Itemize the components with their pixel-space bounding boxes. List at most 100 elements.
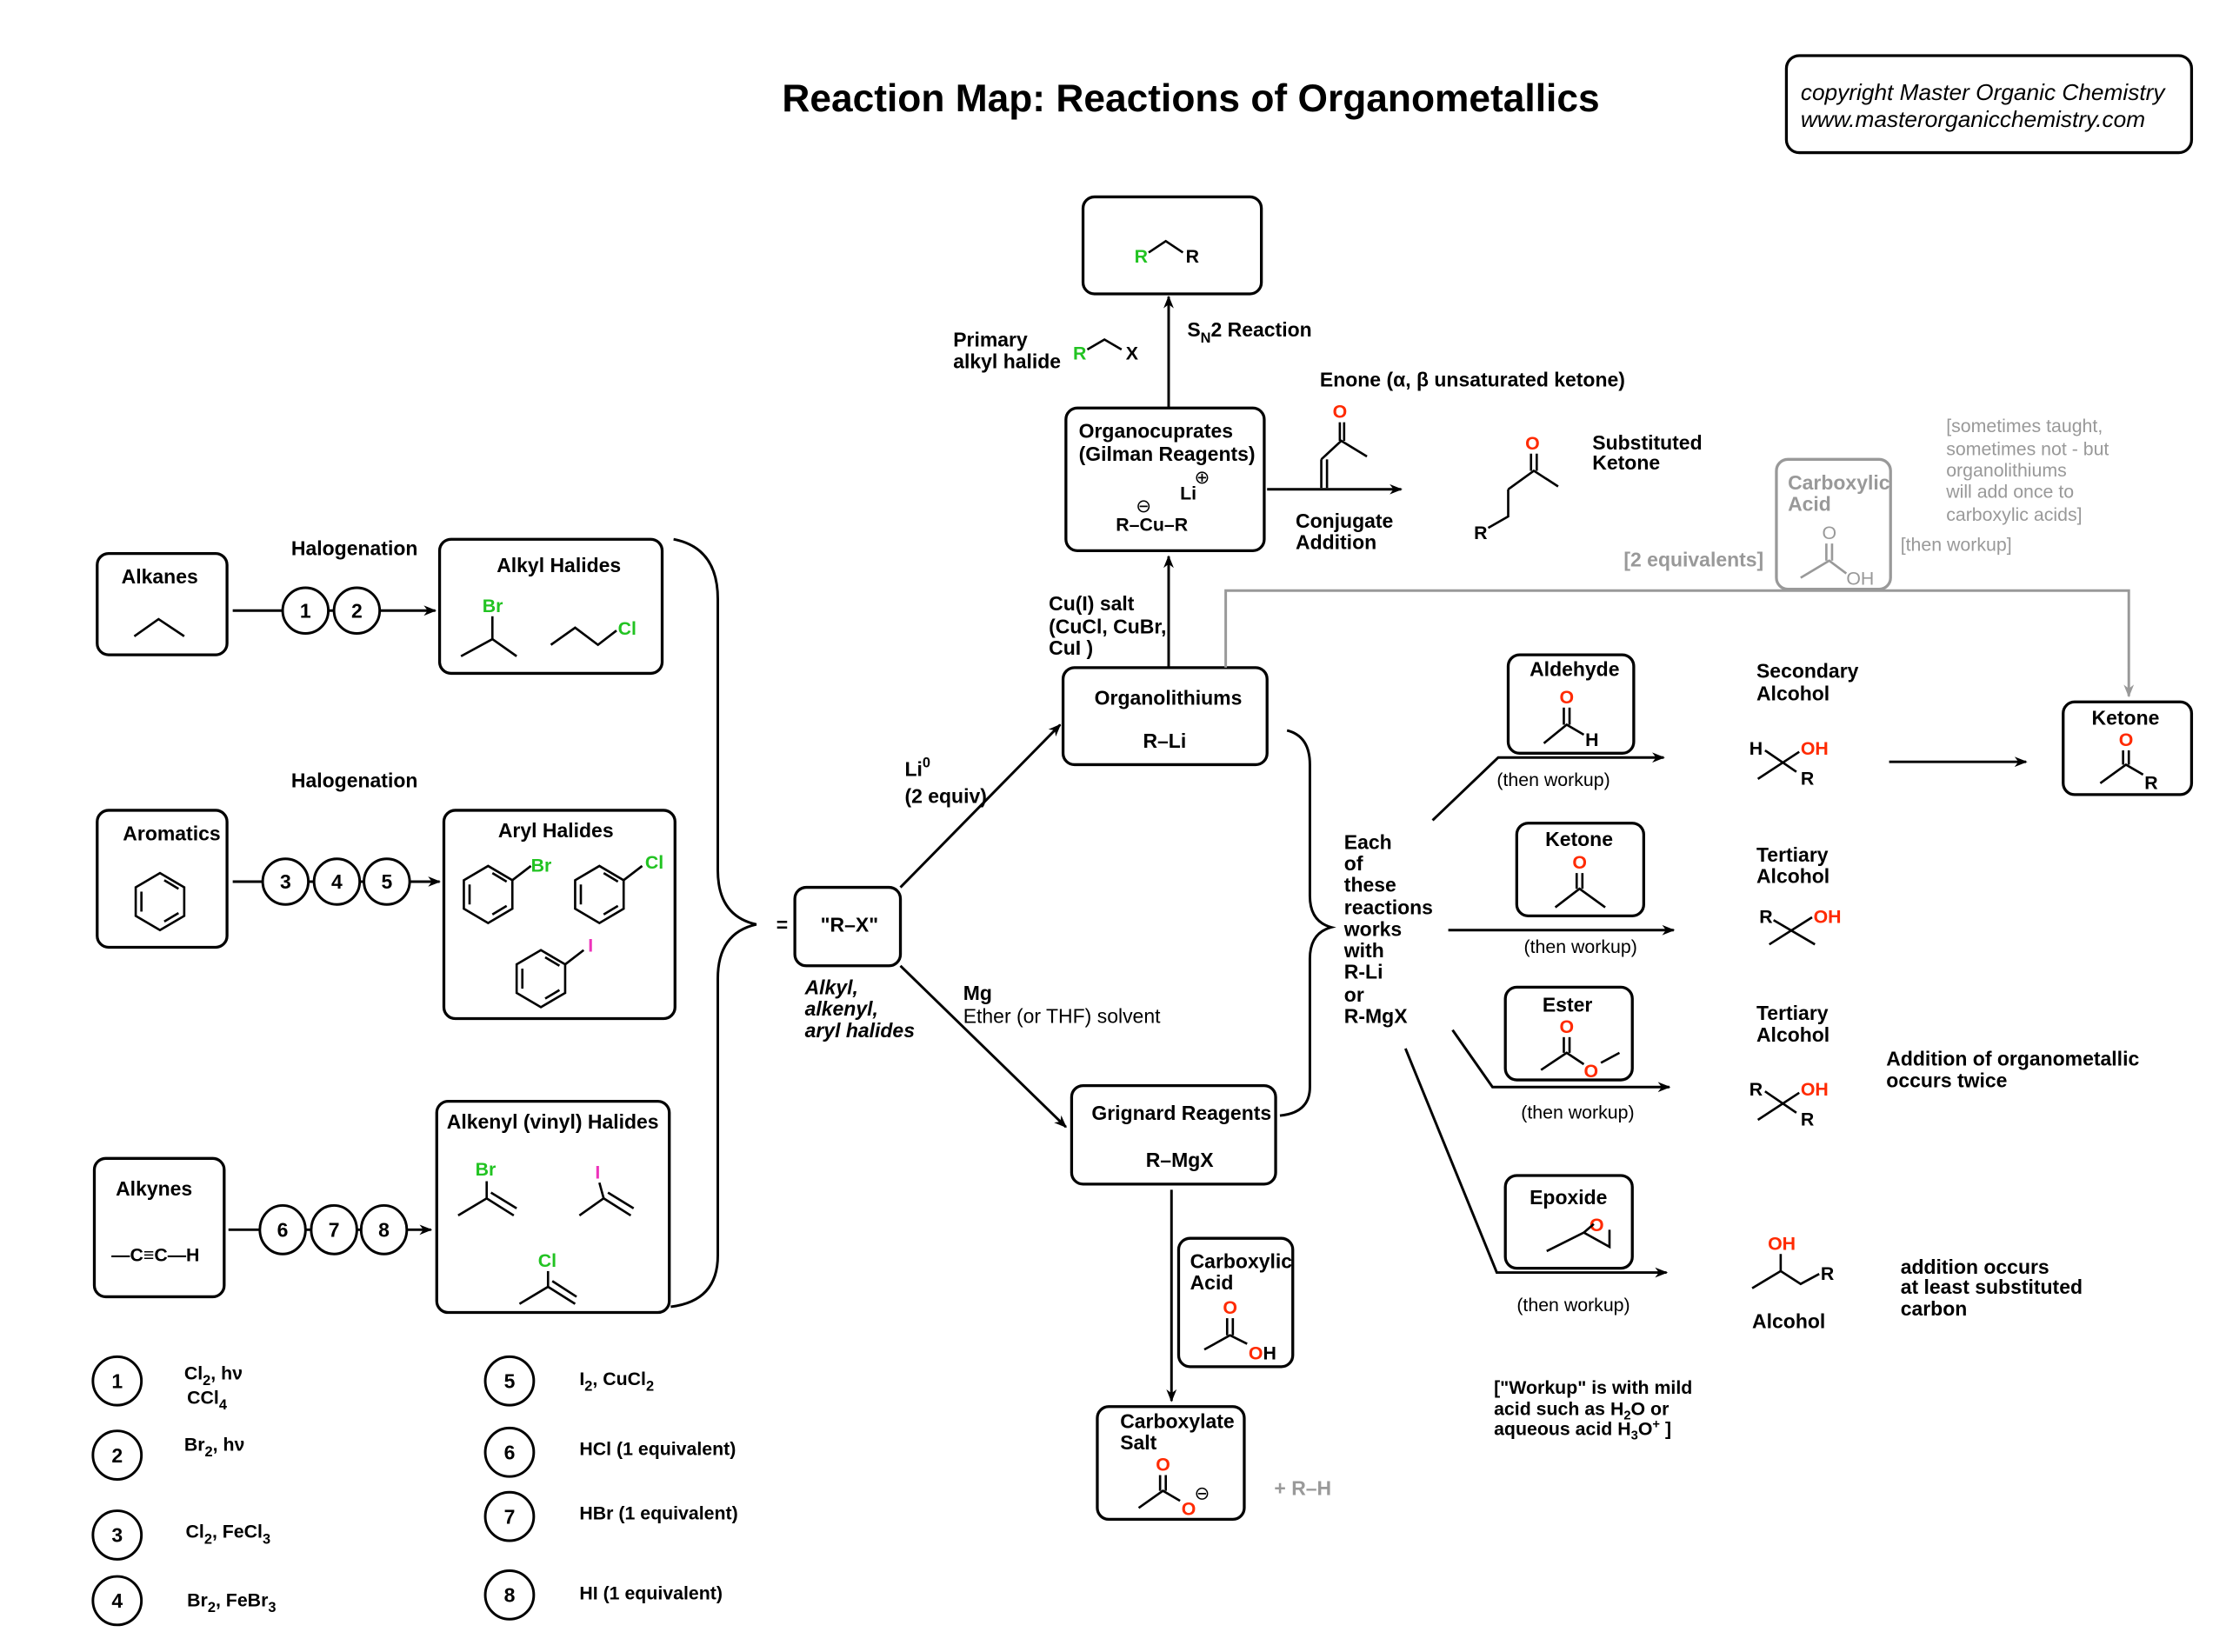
primary-alcohol-structure: OH R [1751,1233,1834,1289]
svg-text:carboxylic acids]: carboxylic acids] [1946,504,2082,525]
svg-text:6: 6 [277,1219,289,1242]
reagent-conditions: HBr (1 equivalent) [579,1502,737,1523]
svg-text:H: H [1749,738,1763,759]
reagent-conditions: Br2, hν [184,1435,245,1461]
r-group: R [1135,246,1148,267]
tertiary-alcohol-structure: R OH [1759,907,1842,946]
aldehyde-box: Aldehyde O H [1506,653,1636,755]
copyright-line: copyright Master Organic Chemistry [1801,79,2167,105]
aromatics-label: Aromatics [123,822,220,844]
step-circle-4: 4 [312,857,362,906]
oxygen-atom: O [1560,687,1575,708]
svg-text:7: 7 [329,1219,340,1242]
equals-sign: = [776,913,788,936]
iodobenzene-structure [515,949,585,1009]
svg-text:sometimes not - but: sometimes not - but [1946,438,2109,459]
primary-alkyl-halide-label: Primary [953,329,1028,351]
oxygen-atom: O [1156,1455,1170,1475]
step-number: 4 [111,1589,123,1612]
oxygen-atom: O [1583,1061,1598,1082]
step-circle-8: 8 [359,1203,409,1256]
vinyl-bromide-structure [457,1181,517,1217]
reagent-conditions: HCl (1 equivalent) [579,1439,736,1460]
alkynes-box: Alkynes —C≡C—H [92,1156,226,1299]
reagent-conditions: Cl2, hν [184,1363,243,1389]
svg-text:8: 8 [378,1219,390,1242]
carboxylic-acid-gray-box: Carboxylic Acid O OH [1775,457,1892,591]
li-conditions: Li0 [904,756,930,781]
svg-text:organolithiums: organolithiums [1946,460,2067,481]
legend-item-3: 3 Cl2, FeCl3 [91,1509,271,1561]
r-group: R [1186,246,1199,267]
organocuprates-box: Organocuprates (Gilman Reagents) Li ⊕ ⊖ … [1064,406,1266,552]
svg-text:R: R [1821,1263,1834,1284]
rx-caption-line: Alkyl, [804,976,858,999]
carboxylate-salt-label: Carboxylate [1120,1409,1235,1432]
ketone-structure [2099,750,2144,784]
svg-text:R: R [1759,907,1772,928]
reagent-conditions: HI (1 equivalent) [579,1582,723,1603]
substituted-ketone-structure [1487,453,1559,530]
carboxylic-acid-label: Carboxylic [1788,471,1890,494]
svg-text:["Workup" is with mild: ["Workup" is with mild [1494,1377,1692,1398]
epoxide-arrow [1403,1048,1669,1278]
alkyl-halides-box: Alkyl Halides Br Cl [437,537,664,676]
step-number: 2 [111,1444,123,1467]
mg-reagent: Mg [963,982,992,1004]
oxygen-atom: O [1223,1297,1237,1318]
conjugate-addition-label: Conjugate [1296,510,1393,532]
carboxylic-acid-box: Carboxylic Acid O OH [1176,1236,1295,1369]
carboxylic-acid-label: Acid [1190,1271,1234,1294]
acetone-structure [1554,873,1606,909]
halogenation-label: Halogenation [291,536,417,559]
svg-text:will add once to: will add once to [1945,482,2074,503]
alkyl-halide-bond [1086,337,1123,351]
svg-text:3: 3 [280,870,291,893]
tertiary-alcohol-structure: R OH R [1749,1079,1829,1129]
hydroxyl-group: OH [1249,1343,1276,1364]
isopropyl-bond [460,637,517,657]
conjugate-addition-label: Addition [1296,531,1376,554]
bromine-atom: Br [531,856,552,876]
li-equiv: (2 equiv) [904,785,986,808]
gilman-label: (Gilman Reagents) [1079,443,1256,465]
page-title: Reaction Map: Reactions of Organometalli… [782,77,1599,120]
oxygen-atom: O [1525,433,1540,454]
aryl-halides-label: Aryl Halides [498,819,614,842]
bromine-atom: Br [476,1159,497,1180]
chlorine-atom: Cl [538,1250,556,1271]
grignard-label: Grignard Reagents [1091,1102,1271,1124]
ester-structure [1540,1036,1621,1071]
ester-label: Ester [1543,993,1593,1016]
svg-text:aqueous acid H3O+ ]: aqueous acid H3O+ ] [1494,1417,1671,1442]
svg-text:works: works [1343,917,1402,940]
organocuprates-label: Organocuprates [1079,420,1233,443]
svg-text:OH: OH [1801,1079,1829,1100]
rx-box: "R–X" [793,885,903,968]
r-group: R [1474,523,1487,543]
r-group: R [1073,343,1086,363]
two-equivalents-label: [2 equivalents] [1623,548,1763,570]
step-number: 7 [504,1505,516,1528]
chlorine-atom: Cl [645,852,663,873]
sn2-label: SN2 Reaction [1187,318,1311,346]
vinyl-chloride-structure [518,1270,577,1305]
cu-salt-line: (CuCl, CuBr, [1049,615,1166,637]
legend-item-5: 5 I2, CuCl2 [483,1355,654,1407]
step-number: 8 [504,1584,516,1607]
organolithiums-box: Organolithiums R–Li [1061,666,1269,767]
propane-structure [133,617,185,637]
carboxylate-salt-box: Carboxylate Salt O O ⊖ [1096,1405,1246,1522]
legend-item-1: 1 Cl2, hνCCl4 [91,1355,243,1413]
iodine-atom: I [595,1162,600,1182]
tertiary-alcohol-label: Alcohol [1756,865,1829,888]
ketone-product-box: Ketone O R [2062,700,2194,796]
alkenyl-halides-label: Alkenyl (vinyl) Halides [447,1110,659,1133]
cuprate-formula: R–Cu–R [1116,514,1188,535]
ketone-label: Ketone [2092,707,2160,729]
svg-text:OH: OH [1768,1233,1796,1254]
reagent-conditions: Cl2, FeCl3 [186,1522,271,1548]
plus-charge-icon: ⊕ [1195,467,1210,488]
aldehyde-label: Aldehyde [1530,658,1619,681]
legend-item-2: 2 Br2, hν [91,1429,245,1481]
